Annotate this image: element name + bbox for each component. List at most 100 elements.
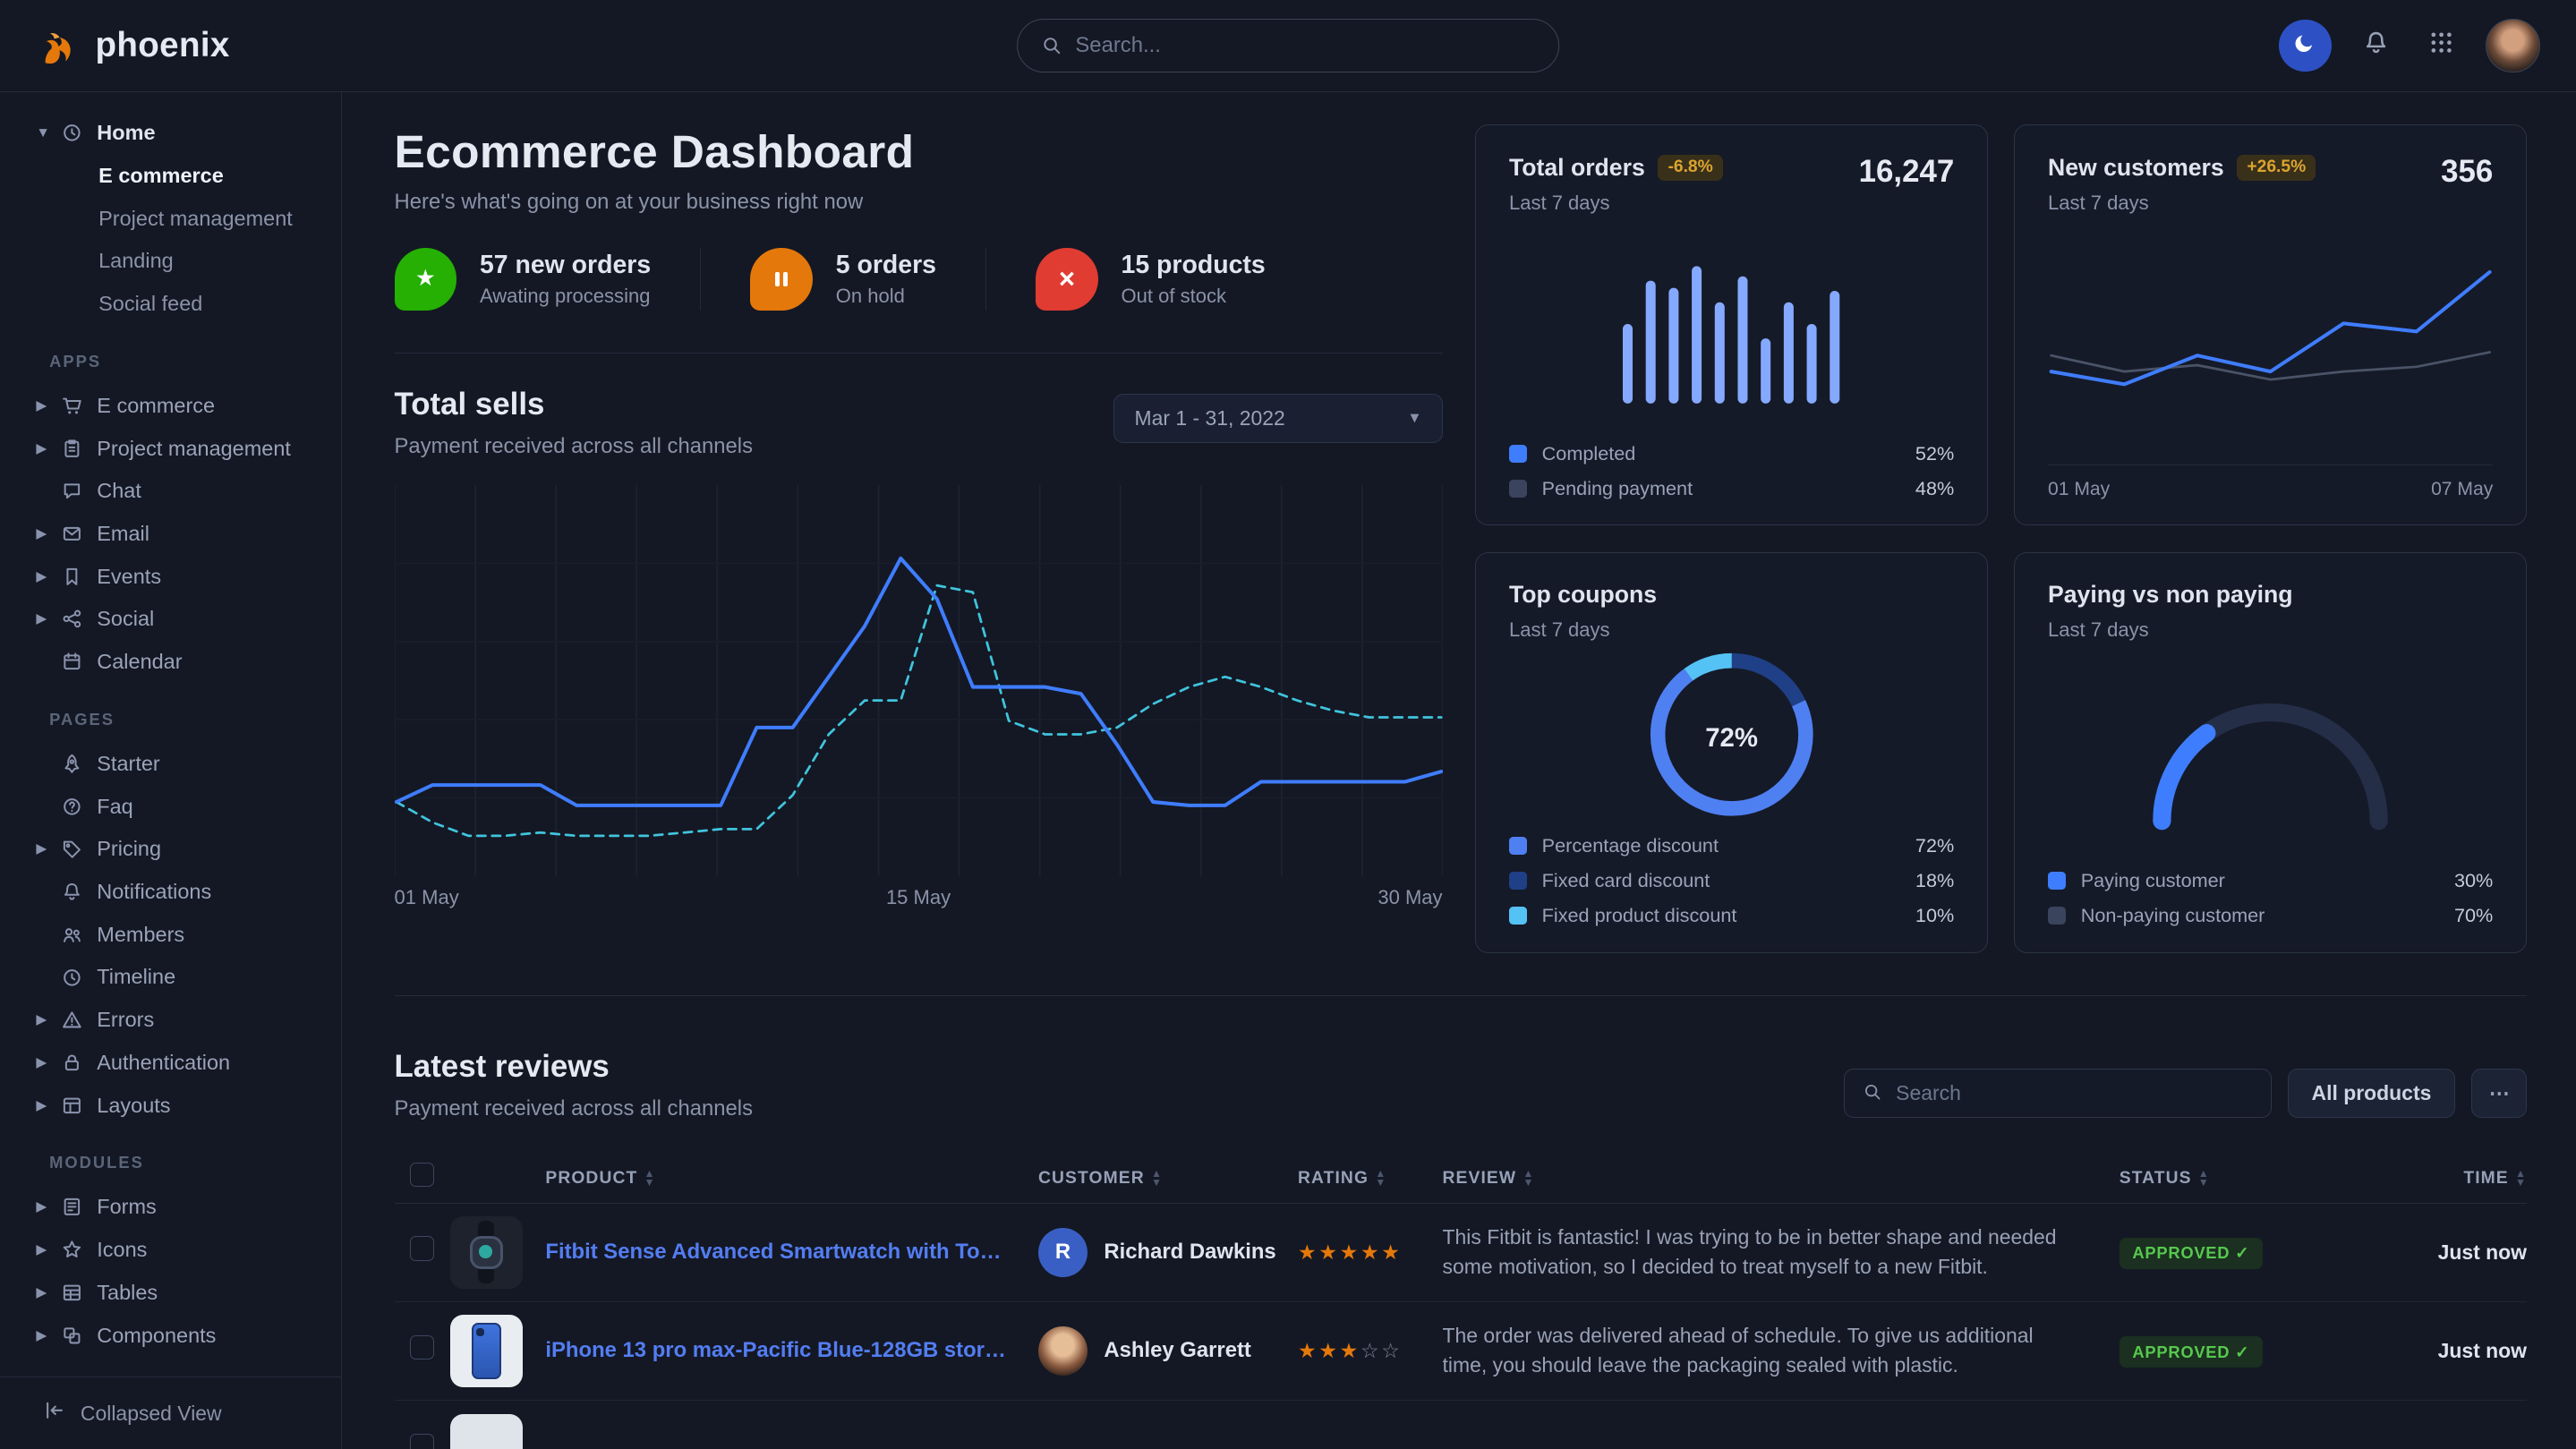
navbar-actions xyxy=(2279,19,2540,73)
sidebar-item-email[interactable]: ▶Email xyxy=(0,513,341,556)
caret-icon: ▼ xyxy=(36,125,61,141)
apps-grid-button[interactable] xyxy=(2420,24,2463,67)
reviews-search[interactable] xyxy=(1844,1069,2271,1118)
sidebar-subitem-social-feed[interactable]: Social feed xyxy=(0,283,341,326)
sidebar-item-notifications[interactable]: Notifications xyxy=(0,871,341,914)
paying-gauge-chart xyxy=(2048,642,2493,869)
caret-icon: ▶ xyxy=(36,1097,61,1114)
total-orders-title: Total orders xyxy=(1509,154,1645,182)
total-orders-badge: -6.8% xyxy=(1658,155,1722,181)
legend-item-paying-customer: Paying customer30% xyxy=(2048,869,2493,892)
pause-icon xyxy=(750,248,813,311)
sidebar-item-components[interactable]: ▶Components xyxy=(0,1314,341,1357)
sidebar-section-label-modules: MODULES xyxy=(0,1127,341,1186)
sidebar-item-authentication[interactable]: ▶Authentication xyxy=(0,1042,341,1085)
product-image-iphone xyxy=(450,1315,523,1387)
legend-item-pending-payment: Pending payment48% xyxy=(1509,477,1954,500)
notifications-button[interactable] xyxy=(2354,24,2397,67)
caret-icon: ▶ xyxy=(36,1284,61,1301)
column-header-time[interactable]: TIME▲▼ xyxy=(2333,1169,2527,1189)
phoenix-logo-icon xyxy=(36,23,81,68)
legend-item-fixed-card-discount: Fixed card discount18% xyxy=(1509,869,1954,892)
row-checkbox[interactable] xyxy=(410,1335,435,1360)
sidebar-item-e-commerce[interactable]: ▶E commerce xyxy=(0,384,341,427)
new-customers-value: 356 xyxy=(2441,154,2493,190)
sidebar-item-starter[interactable]: Starter xyxy=(0,742,341,785)
customer-avatar-initial: R xyxy=(1038,1228,1088,1277)
quick-stats: ★57 new ordersAwating processing5 orders… xyxy=(395,248,1443,311)
search-icon xyxy=(1041,35,1062,56)
all-products-button[interactable]: All products xyxy=(2288,1069,2455,1118)
more-options-button[interactable]: ⋯ xyxy=(2471,1069,2527,1118)
product-link[interactable]: iPhone 13 pro max-Pacific Blue-128GB sto… xyxy=(545,1338,1038,1363)
sidebar-item-members[interactable]: Members xyxy=(0,913,341,956)
column-header-status[interactable]: STATUS▲▼ xyxy=(2120,1169,2333,1189)
sidebar-item-project-management[interactable]: ▶Project management xyxy=(0,427,341,470)
collapsed-view-toggle[interactable]: Collapsed View xyxy=(0,1377,341,1449)
sidebar-subitem-project-management[interactable]: Project management xyxy=(0,197,341,240)
review-text: This Fitbit is fantastic! I was trying t… xyxy=(1443,1223,2120,1283)
product-link[interactable]: Fitbit Sense Advanced Smartwatch with To… xyxy=(545,1240,1038,1265)
column-header-customer[interactable]: CUSTOMER▲▼ xyxy=(1038,1169,1298,1189)
legend-swatch xyxy=(1509,907,1527,925)
sidebar-subitem-landing[interactable]: Landing xyxy=(0,240,341,283)
column-header-rating[interactable]: RATING▲▼ xyxy=(1298,1169,1443,1189)
x-icon: × xyxy=(1036,248,1098,311)
total-orders-card: Total orders -6.8% Last 7 days 16,247 Co… xyxy=(1475,124,1988,525)
brand[interactable]: phoenix xyxy=(36,23,229,68)
search-input[interactable] xyxy=(1075,33,1535,58)
sidebar-item-forms[interactable]: ▶Forms xyxy=(0,1186,341,1229)
share-icon xyxy=(61,608,92,630)
x-label-end: 30 May xyxy=(1378,886,1442,909)
sidebar-item-faq[interactable]: Faq xyxy=(0,785,341,828)
sidebar-item-icons[interactable]: ▶Icons xyxy=(0,1229,341,1272)
global-search[interactable] xyxy=(1017,19,1559,73)
sidebar-item-timeline[interactable]: Timeline xyxy=(0,956,341,999)
total-orders-period: Last 7 days xyxy=(1509,192,1723,215)
latest-reviews-title: Latest reviews xyxy=(395,1049,754,1085)
reviews-search-input[interactable] xyxy=(1896,1081,2252,1105)
legend-item-completed: Completed52% xyxy=(1509,442,1954,465)
stat-awating-processing: ★57 new ordersAwating processing xyxy=(395,248,701,311)
new-customers-x-axis: 01 May 07 May xyxy=(2048,465,2493,500)
row-checkbox[interactable] xyxy=(410,1236,435,1261)
sidebar-subitem-e-commerce[interactable]: E commerce xyxy=(0,155,341,198)
sidebar-item-chat[interactable]: Chat xyxy=(0,470,341,513)
legend-swatch xyxy=(2048,907,2066,925)
sort-icon: ▲▼ xyxy=(2198,1170,2210,1186)
reviews-controls: All products ⋯ xyxy=(1844,1069,2527,1118)
sidebar-item-tables[interactable]: ▶Tables xyxy=(0,1271,341,1314)
nine-dots-icon xyxy=(2427,29,2455,63)
legend-item-percentage-discount: Percentage discount72% xyxy=(1509,834,1954,857)
select-all-checkbox[interactable] xyxy=(410,1163,435,1188)
date-range-select[interactable]: Mar 1 - 31, 2022 ▼ xyxy=(1113,394,1442,443)
sidebar-item-social[interactable]: ▶Social xyxy=(0,598,341,641)
customer-cell: Ashley Garrett xyxy=(1038,1326,1298,1376)
sidebar-item-layouts[interactable]: ▶Layouts xyxy=(0,1084,341,1127)
sidebar-item-errors[interactable]: ▶Errors xyxy=(0,999,341,1042)
sidebar-item-events[interactable]: ▶Events xyxy=(0,555,341,598)
customer-cell: RRichard Dawkins xyxy=(1038,1228,1298,1277)
theme-toggle-button[interactable] xyxy=(2279,20,2332,72)
time-cell: Just now xyxy=(2333,1339,2527,1363)
legend-item-non-paying-customer: Non-paying customer70% xyxy=(2048,904,2493,927)
sort-icon: ▲▼ xyxy=(1375,1170,1386,1186)
user-avatar[interactable] xyxy=(2486,19,2540,73)
new-customers-chart xyxy=(2048,215,2493,462)
paying-legend: Paying customer30% Non-paying customer70% xyxy=(2048,869,2493,927)
moon-icon xyxy=(2292,30,2317,62)
date-range-value: Mar 1 - 31, 2022 xyxy=(1134,406,1284,430)
top-coupons-legend: Percentage discount72% Fixed card discoun… xyxy=(1509,834,1954,927)
alert-icon xyxy=(61,1009,92,1031)
chat-icon xyxy=(61,480,92,502)
sidebar-item-calendar[interactable]: Calendar xyxy=(0,641,341,684)
column-header-product[interactable]: PRODUCT▲▼ xyxy=(545,1169,1038,1189)
paying-period: Last 7 days xyxy=(2048,618,2293,642)
column-header-review[interactable]: REVIEW▲▼ xyxy=(1443,1169,2120,1189)
table-body: Fitbit Sense Advanced Smartwatch with To… xyxy=(395,1204,2527,1449)
customer-avatar-photo xyxy=(1038,1326,1088,1376)
sidebar-item-pricing[interactable]: ▶Pricing xyxy=(0,828,341,871)
row-checkbox[interactable] xyxy=(410,1434,435,1449)
table-icon xyxy=(61,1282,92,1304)
sidebar-item-home[interactable]: ▼Home xyxy=(0,112,341,155)
